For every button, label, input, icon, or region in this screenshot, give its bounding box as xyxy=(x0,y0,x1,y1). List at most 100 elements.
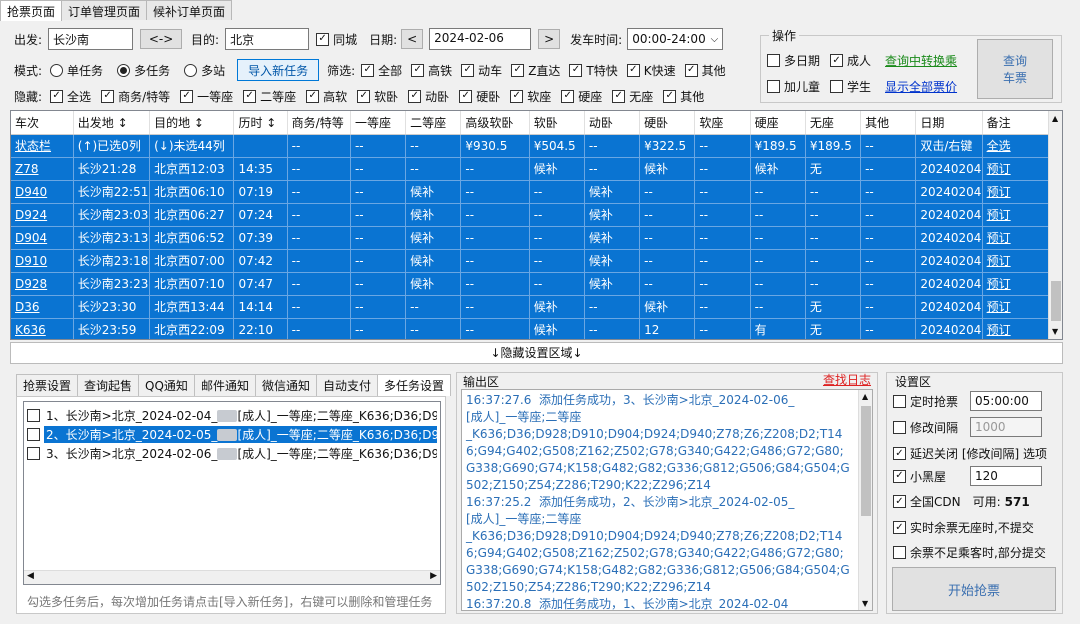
train-number-link[interactable]: D36 xyxy=(11,295,74,319)
task-checkbox[interactable] xyxy=(27,446,40,460)
column-header[interactable]: 一等座 xyxy=(350,111,407,135)
filter-t-checkbox[interactable]: ✓ xyxy=(569,63,583,77)
hide-business-checkbox[interactable]: ✓ xyxy=(101,89,115,103)
same-city-checkbox[interactable]: ✓ xyxy=(316,32,330,46)
train-number-link[interactable]: 状态栏 xyxy=(11,134,74,158)
column-header[interactable]: 软座 xyxy=(694,111,751,135)
book-link[interactable]: 预订 xyxy=(982,272,1052,296)
settings-tab[interactable]: 邮件通知 xyxy=(193,374,256,396)
column-header[interactable]: 日期 xyxy=(915,111,983,135)
train-number-link[interactable]: D940 xyxy=(11,180,74,204)
filter-dongche-checkbox[interactable]: ✓ xyxy=(461,63,475,77)
mode-single-radio[interactable] xyxy=(50,63,64,77)
modify-interval-checkbox[interactable] xyxy=(893,420,906,434)
timed-input[interactable]: 05:00:00 xyxy=(970,391,1043,411)
settings-tab[interactable]: QQ通知 xyxy=(138,374,195,396)
task-item[interactable]: 2、长沙南>北京_2024-02-05_ [成人]_一等座;二等座_K636;D3… xyxy=(27,425,437,443)
settings-tab[interactable]: 微信通知 xyxy=(254,374,317,396)
column-header[interactable]: 软卧 xyxy=(529,111,585,135)
mode-multi-radio[interactable] xyxy=(117,63,131,77)
task-checkbox[interactable] xyxy=(27,427,40,441)
book-link[interactable]: 预订 xyxy=(982,249,1052,273)
start-grab-button[interactable]: 开始抢票 xyxy=(892,567,1056,611)
filter-other-checkbox[interactable]: ✓ xyxy=(684,63,698,77)
settings-tab[interactable]: 自动支付 xyxy=(315,374,378,396)
column-header[interactable]: 动卧 xyxy=(584,111,641,135)
hide-all-checkbox[interactable]: ✓ xyxy=(50,89,64,103)
depart-time-select[interactable]: 00:00-24:00 ⌵ xyxy=(627,28,724,50)
table-row[interactable]: 状态栏 (↑)已选0列 (↓)未选44列 -- -- -- ¥930.5 ¥504.5 -- ¥3… xyxy=(11,134,1052,158)
table-scrollbar[interactable]: ▲ ▼ xyxy=(1048,111,1062,339)
hide-ruanzuo-checkbox[interactable]: ✓ xyxy=(510,89,524,103)
table-row[interactable]: K636 长沙23:59 北京西22:09 22:10 -- -- -- -- 候补 -- 12 --… xyxy=(11,318,1052,339)
multi-date-checkbox[interactable] xyxy=(767,54,780,67)
task-checkbox[interactable] xyxy=(27,408,40,422)
scroll-up-icon[interactable]: ▲ xyxy=(1052,114,1058,123)
train-number-link[interactable]: Z78 xyxy=(11,157,74,181)
filter-all-checkbox[interactable]: ✓ xyxy=(361,63,375,77)
book-link[interactable]: 全选 xyxy=(982,134,1052,158)
table-scroll-thumb[interactable] xyxy=(1051,281,1061,321)
table-row[interactable]: D940 长沙南22:51 北京西06:10 07:19 -- -- 候补 -- -- 候补 -- -… xyxy=(11,180,1052,204)
train-number-link[interactable]: D910 xyxy=(11,249,74,273)
scroll-left-icon[interactable]: ◀ xyxy=(27,571,34,581)
next-date-button[interactable]: > xyxy=(538,29,561,49)
filter-k-checkbox[interactable]: ✓ xyxy=(626,63,640,77)
tab-order-management[interactable]: 订单管理页面 xyxy=(61,0,148,20)
settings-tab[interactable]: 抢票设置 xyxy=(16,374,79,396)
add-child-checkbox[interactable] xyxy=(767,80,780,93)
hide-first-class-checkbox[interactable]: ✓ xyxy=(180,89,194,103)
filter-z-checkbox[interactable]: ✓ xyxy=(511,63,525,77)
mode-multi-station-radio[interactable] xyxy=(184,63,198,77)
output-scroll-thumb[interactable] xyxy=(861,406,871,516)
book-link[interactable]: 预订 xyxy=(982,157,1052,181)
filter-gaotie-checkbox[interactable]: ✓ xyxy=(411,63,425,77)
hide-wuzuo-checkbox[interactable]: ✓ xyxy=(612,89,626,103)
book-link[interactable]: 预订 xyxy=(982,180,1052,204)
blackroom-checkbox[interactable]: ✓ xyxy=(893,469,906,483)
hide-ruanwo-checkbox[interactable]: ✓ xyxy=(357,89,371,103)
column-header[interactable]: 备注 xyxy=(982,111,1052,135)
settings-tab[interactable]: 查询起售 xyxy=(77,374,140,396)
blackroom-stepper[interactable]: 120 xyxy=(970,466,1043,486)
column-header[interactable]: 目的地 ↕ xyxy=(149,111,235,135)
column-header[interactable]: 商务/特等 xyxy=(287,111,351,135)
column-header[interactable]: 其他 xyxy=(860,111,917,135)
prev-date-button[interactable]: < xyxy=(401,29,424,49)
table-row[interactable]: Z78 长沙21:28 北京西12:03 14:35 -- -- -- -- 候补 -- 候补 -- 候… xyxy=(11,157,1052,181)
train-number-link[interactable]: K636 xyxy=(11,318,74,339)
timed-checkbox[interactable] xyxy=(893,394,906,408)
task-list-hscrollbar[interactable]: ◀ ▶ xyxy=(24,570,440,584)
task-item[interactable]: 3、长沙南>北京_2024-02-06_ [成人]_一等座;二等座_K636;D3… xyxy=(27,444,437,462)
swap-stations-button[interactable]: <-> xyxy=(140,29,183,49)
adult-checkbox[interactable]: ✓ xyxy=(830,54,844,67)
table-row[interactable]: D928 长沙南23:23 北京西07:10 07:47 -- -- 候补 -- -- 候补 -- -… xyxy=(11,272,1052,296)
output-scrollbar[interactable]: ▲ ▼ xyxy=(858,390,872,610)
table-row[interactable]: D910 长沙南23:18 北京西07:00 07:42 -- -- 候补 -- -- 候补 -- -… xyxy=(11,249,1052,273)
column-header[interactable]: 二等座 xyxy=(405,111,462,135)
train-number-link[interactable]: D928 xyxy=(11,272,74,296)
hide-yingwo-checkbox[interactable]: ✓ xyxy=(459,89,473,103)
task-item[interactable]: 1、长沙南>北京_2024-02-04_ [成人]_一等座;二等座_K636;D3… xyxy=(27,406,437,424)
import-task-button[interactable]: 导入新任务 xyxy=(237,59,320,81)
tab-grab-tickets[interactable]: 抢票页面 xyxy=(0,0,63,21)
query-tickets-button[interactable]: 查询 车票 xyxy=(977,39,1053,99)
to-station-input[interactable]: 北京 xyxy=(225,28,310,50)
scroll-down-icon[interactable]: ▼ xyxy=(862,599,868,608)
scroll-up-icon[interactable]: ▲ xyxy=(862,392,868,401)
table-row[interactable]: D924 长沙南23:03 北京西06:27 07:24 -- -- 候补 -- -- 候补 -- -… xyxy=(11,203,1052,227)
hide-gaoruan-checkbox[interactable]: ✓ xyxy=(306,89,320,103)
delay-close-checkbox[interactable]: ✓ xyxy=(893,447,906,460)
tab-waitlist-orders[interactable]: 候补订单页面 xyxy=(146,0,233,20)
column-header[interactable]: 车次 xyxy=(11,111,74,135)
no-seat-no-submit-checkbox[interactable]: ✓ xyxy=(893,521,906,534)
column-header[interactable]: 出发地 ↕ xyxy=(73,111,151,135)
book-link[interactable]: 预订 xyxy=(982,295,1052,319)
hide-dongwo-checkbox[interactable]: ✓ xyxy=(408,89,422,103)
settings-tab[interactable]: 多任务设置 xyxy=(376,374,451,396)
date-input[interactable]: 2024-02-06 xyxy=(429,28,532,50)
show-all-price-link[interactable]: 显示全部票价 xyxy=(885,78,957,95)
student-checkbox[interactable] xyxy=(830,80,844,93)
column-header[interactable]: 高级软卧 xyxy=(460,111,530,135)
from-station-input[interactable]: 长沙南 xyxy=(48,28,134,50)
